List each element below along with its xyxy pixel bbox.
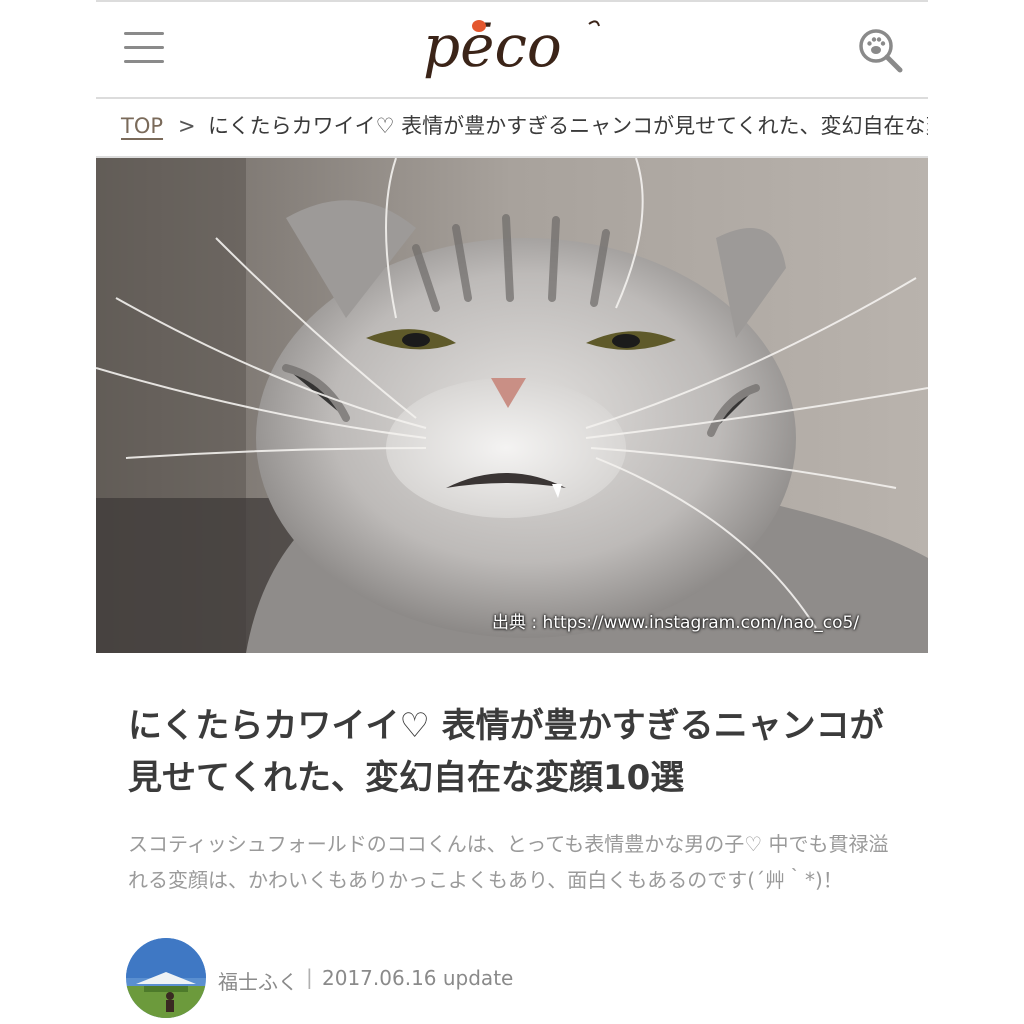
article-page: pēco TOP > にくたらカワイイ♡ 表情が豊かすぎるニャンコが見せてくれた… bbox=[96, 0, 928, 1024]
hero-image: 出典 : https://www.instagram.com/nao_co5/ bbox=[96, 158, 928, 653]
menu-bar bbox=[124, 60, 164, 63]
author-info: 福士ふく | 2017.06.16 update bbox=[126, 938, 906, 1022]
menu-button[interactable] bbox=[124, 30, 164, 66]
menu-bar bbox=[124, 32, 164, 35]
site-header: pēco bbox=[96, 0, 928, 98]
author-avatar[interactable] bbox=[126, 938, 206, 1018]
breadcrumb: TOP > にくたらカワイイ♡ 表情が豊かすぎるニャンコが見せてくれた、変幻自在… bbox=[96, 98, 928, 156]
cat-photo bbox=[96, 158, 928, 653]
article-lead: スコティッシュフォールドのココくんは、とっても表情豊かな男の子♡ 中でも貫禄溢れ… bbox=[128, 832, 889, 892]
meta-separator: | bbox=[306, 965, 313, 989]
logo-accent-dot bbox=[472, 20, 486, 32]
credit-link[interactable]: https://www.instagram.com/nao_co5/ bbox=[543, 613, 860, 633]
author-name[interactable]: 福士ふく bbox=[218, 966, 298, 995]
breadcrumb-home-link[interactable]: TOP bbox=[121, 98, 163, 154]
breadcrumb-separator: > bbox=[178, 114, 196, 138]
credit-label: 出典 : bbox=[492, 613, 543, 633]
article-title: にくたらカワイイ♡ 表情が豊かすぎるニャンコが見せてくれた、変幻自在な変顔10選 bbox=[128, 706, 884, 798]
logo-ear bbox=[588, 20, 600, 27]
image-credit: 出典 : https://www.instagram.com/nao_co5/ bbox=[492, 608, 859, 633]
peco-logo[interactable]: pēco bbox=[421, 8, 601, 88]
search-paw-icon[interactable] bbox=[856, 26, 904, 74]
publish-date: 2017.06.16 update bbox=[322, 966, 514, 990]
menu-bar bbox=[124, 46, 164, 49]
breadcrumb-current: にくたらカワイイ♡ 表情が豊かすぎるニャンコが見せてくれた、変幻自在な変顔10選 bbox=[208, 114, 928, 138]
logo-text: pēco bbox=[423, 12, 562, 80]
